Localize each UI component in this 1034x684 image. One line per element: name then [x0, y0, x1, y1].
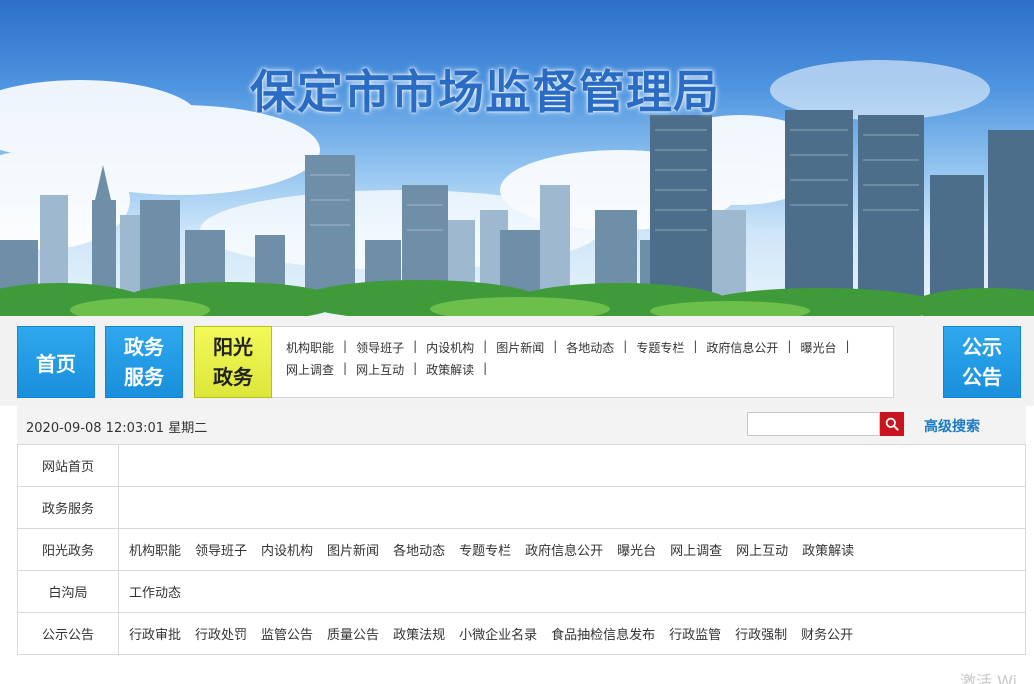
- nav-notice-button[interactable]: 公示 公告: [943, 326, 1021, 398]
- site-map-links: 行政审批 行政处罚 监管公告 质量公告 政策法规 小微企业名录 食品抽检信息发布 行政监管 行政…: [118, 612, 1026, 655]
- site-map-row: 公示公告 行政审批 行政处罚 监管公告 质量公告 政策法规 小微企业名录 食品抽检信息发布 行政…: [17, 612, 1026, 655]
- advanced-search-link[interactable]: 高级搜索: [924, 416, 980, 436]
- submenu-link[interactable]: 曝光台: [800, 339, 836, 359]
- site-map-link[interactable]: 小微企业名录: [459, 624, 537, 643]
- header-banner: 保定市市场监督管理局: [0, 0, 1034, 316]
- site-map-table: 网站首页 政务服务 阳光政务 机构职能 领导班子 内设机构 图片新闻 各地动态 专题专栏 政府信息…: [17, 444, 1026, 655]
- site-map-link[interactable]: 机构职能: [129, 540, 181, 559]
- site-map-links: [118, 444, 1026, 487]
- submenu-link[interactable]: 政府信息公开: [706, 339, 778, 359]
- site-map-links: [118, 486, 1026, 529]
- submenu-separator: |: [413, 339, 418, 353]
- site-map-category[interactable]: 政务服务: [17, 486, 119, 529]
- nav-notice-label-1: 公示: [962, 335, 1002, 359]
- site-title: 保定市市场监督管理局: [250, 65, 720, 119]
- site-map-link[interactable]: 专题专栏: [459, 540, 511, 559]
- site-map-link[interactable]: 行政强制: [735, 624, 787, 643]
- site-map-link[interactable]: 食品抽检信息发布: [551, 624, 655, 643]
- site-map-link[interactable]: 行政处罚: [195, 624, 247, 643]
- site-map-link[interactable]: 财务公开: [801, 624, 853, 643]
- site-map-link[interactable]: 质量公告: [327, 624, 379, 643]
- submenu-link[interactable]: 机构职能: [286, 339, 334, 359]
- site-map-link[interactable]: 曝光台: [617, 540, 656, 559]
- nav-home-label: 首页: [36, 351, 76, 376]
- site-map-category[interactable]: 网站首页: [17, 444, 119, 487]
- city-skyline-illustration: [0, 60, 1034, 316]
- submenu-link[interactable]: 领导班子: [356, 339, 404, 359]
- sunshine-submenu: 机构职能 | 领导班子 | 内设机构 | 图片新闻 | 各地动态 | 专题专栏 | 政府信息公开 | 曝光台…: [272, 326, 894, 398]
- main-nav: 首页 政务 服务 阳光 政务 机构职能 | 领导班子 | 内设机构 | 图片新闻 | 各地动态 |…: [0, 316, 1034, 406]
- submenu-separator: |: [693, 339, 698, 353]
- nav-gov-service-label-1: 政务: [124, 335, 164, 359]
- site-map-link[interactable]: 各地动态: [393, 540, 445, 559]
- site-map-category[interactable]: 公示公告: [17, 612, 119, 655]
- submenu-link[interactable]: 网上互动: [356, 361, 404, 381]
- submenu-row-2: 网上调查 | 网上互动 | 政策解读 |: [286, 361, 496, 381]
- site-map-link[interactable]: 行政审批: [129, 624, 181, 643]
- submenu-row-1: 机构职能 | 领导班子 | 内设机构 | 图片新闻 | 各地动态 | 专题专栏 | 政府信息公开 | 曝光台…: [286, 339, 859, 359]
- site-map-link[interactable]: 政策法规: [393, 624, 445, 643]
- site-map-row: 阳光政务 机构职能 领导班子 内设机构 图片新闻 各地动态 专题专栏 政府信息公开 曝光台 网上调…: [17, 528, 1026, 571]
- submenu-separator: |: [413, 361, 418, 375]
- site-map-link[interactable]: 网上调查: [670, 540, 722, 559]
- submenu-separator: |: [553, 339, 558, 353]
- site-map-row: 政务服务: [17, 486, 1026, 529]
- submenu-link[interactable]: 各地动态: [566, 339, 614, 359]
- nav-sunshine-gov-button[interactable]: 阳光 政务: [194, 326, 272, 398]
- nav-sunshine-label-1: 阳光: [213, 335, 253, 359]
- site-map-category[interactable]: 白沟局: [17, 570, 119, 613]
- submenu-separator: |: [845, 339, 850, 353]
- nav-notice-label-2: 公告: [962, 365, 1002, 389]
- site-map-category[interactable]: 阳光政务: [17, 528, 119, 571]
- submenu-separator: |: [483, 361, 488, 375]
- site-map-row: 白沟局 工作动态: [17, 570, 1026, 613]
- submenu-link[interactable]: 网上调查: [286, 361, 334, 381]
- nav-home-button[interactable]: 首页: [17, 326, 95, 398]
- submenu-separator: |: [343, 339, 348, 353]
- nav-gov-service-button[interactable]: 政务 服务: [105, 326, 183, 398]
- submenu-link[interactable]: 图片新闻: [496, 339, 544, 359]
- os-activation-watermark: 激活 Wi: [960, 672, 1018, 684]
- current-datetime: 2020-09-08 12:03:01 星期二: [26, 421, 208, 436]
- submenu-link[interactable]: 内设机构: [426, 339, 474, 359]
- search-icon: [885, 417, 899, 431]
- search-input[interactable]: [747, 412, 880, 436]
- site-map-link[interactable]: 工作动态: [129, 582, 181, 601]
- submenu-separator: |: [623, 339, 628, 353]
- submenu-link[interactable]: 专题专栏: [636, 339, 684, 359]
- submenu-separator: |: [343, 361, 348, 375]
- site-map-link[interactable]: 内设机构: [261, 540, 313, 559]
- submenu-separator: |: [483, 339, 488, 353]
- site-map-links: 机构职能 领导班子 内设机构 图片新闻 各地动态 专题专栏 政府信息公开 曝光台 网上调查 网上互…: [118, 528, 1026, 571]
- search-button[interactable]: [880, 412, 904, 436]
- site-map-link[interactable]: 图片新闻: [327, 540, 379, 559]
- site-map-link[interactable]: 网上互动: [736, 540, 788, 559]
- site-map-link[interactable]: 政策解读: [802, 540, 854, 559]
- site-map-link[interactable]: 行政监管: [669, 624, 721, 643]
- site-map-links: 工作动态: [118, 570, 1026, 613]
- site-map-link[interactable]: 领导班子: [195, 540, 247, 559]
- site-map-row: 网站首页: [17, 444, 1026, 487]
- info-bar: 2020-09-08 12:03:01 星期二 高级搜索: [17, 406, 1026, 444]
- submenu-link[interactable]: 政策解读: [426, 361, 474, 381]
- nav-gov-service-label-2: 服务: [124, 365, 164, 389]
- submenu-separator: |: [787, 339, 792, 353]
- site-map-link[interactable]: 政府信息公开: [525, 540, 603, 559]
- site-map-link[interactable]: 监管公告: [261, 624, 313, 643]
- nav-sunshine-label-2: 政务: [213, 365, 253, 389]
